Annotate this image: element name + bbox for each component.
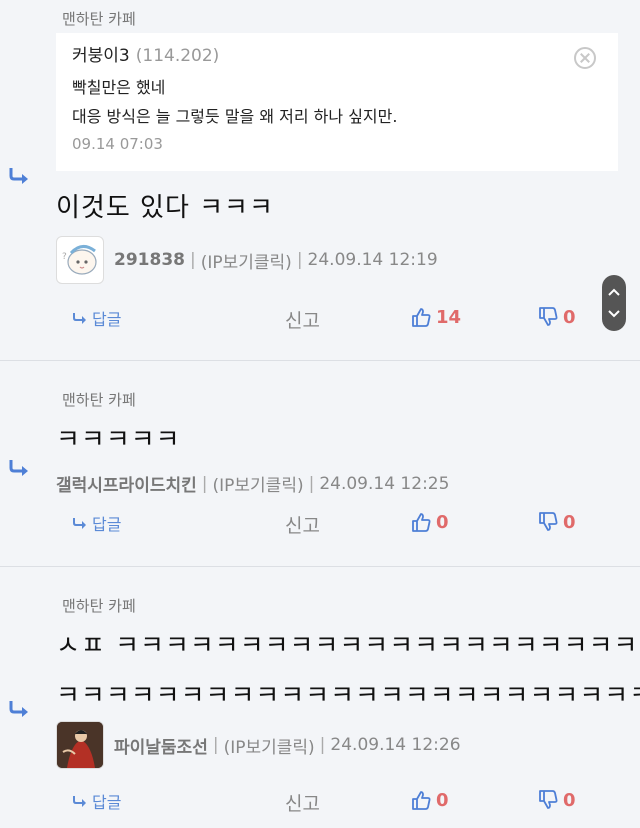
reply-arrow-icon xyxy=(73,313,86,324)
report-button[interactable]: 신고 xyxy=(285,789,320,816)
timestamp: 24.09.14 12:19 xyxy=(307,250,438,270)
like-count: 0 xyxy=(436,789,449,811)
cafe-label: 맨하탄 카페 xyxy=(62,10,136,28)
reply-arrow-icon xyxy=(73,518,86,529)
like-button[interactable]: 0 xyxy=(410,789,449,811)
comment-actions: 답글 신고 0 0 xyxy=(0,511,640,541)
ip-link[interactable]: (IP보기클릭) xyxy=(201,248,292,273)
comment-meta: 갤럭시프라이드치킨 | (IP보기클릭) | 24.09.14 12:25 xyxy=(56,471,450,497)
reply-button[interactable]: 답글 xyxy=(72,306,121,330)
quoted-comment: 커붕이3 (114.202) 빡칠만은 했네 대응 방식은 늘 그렇듯 말을 왜 … xyxy=(56,33,618,171)
like-button[interactable]: 14 xyxy=(410,306,461,328)
separator: | xyxy=(201,473,208,494)
reply-label: 답글 xyxy=(92,515,122,534)
dislike-button[interactable]: 0 xyxy=(537,306,576,328)
like-button[interactable]: 0 xyxy=(410,511,449,533)
cafe-label: 맨하탄 카페 xyxy=(62,391,136,409)
report-button[interactable]: 신고 xyxy=(285,511,320,538)
dislike-count: 0 xyxy=(563,511,576,533)
comment-meta: ? 291838 | (IP보기클릭) | 24.09.14 12:19 xyxy=(56,236,438,284)
comment-text: 이것도 있다 ㅋㅋㅋ xyxy=(56,193,274,223)
report-button[interactable]: 신고 xyxy=(285,306,320,333)
separator: | xyxy=(319,735,326,755)
reply-label: 답글 xyxy=(92,310,122,329)
dislike-button[interactable]: 0 xyxy=(537,511,576,533)
comment-actions: 답글 신고 0 0 xyxy=(0,789,640,819)
reply-label: 답글 xyxy=(92,793,122,812)
nickname[interactable]: 291838 xyxy=(114,250,185,270)
reply-arrow-icon xyxy=(9,701,28,717)
quote-line: 대응 방식은 늘 그렇듯 말을 왜 저리 하나 싶지만. xyxy=(72,107,398,126)
comment-meta: 파이날둠조선 | (IP보기클릭) | 24.09.14 12:26 xyxy=(56,721,461,769)
avatar[interactable] xyxy=(56,721,104,769)
avatar[interactable]: ? xyxy=(56,236,104,284)
nickname[interactable]: 파이날둠조선 xyxy=(114,733,208,758)
quote-line: 빡칠만은 했네 xyxy=(72,78,166,97)
reply-arrow-icon xyxy=(9,460,28,476)
like-count: 14 xyxy=(436,306,462,328)
comment-item: 맨하탄 카페 ㅋㅋㅋㅋㅋ 갤럭시프라이드치킨 | (IP보기클릭) | 24.0… xyxy=(0,361,640,567)
thumbs-up-icon xyxy=(412,791,431,810)
dislike-count: 0 xyxy=(563,306,576,328)
like-count: 0 xyxy=(436,511,449,533)
cafe-label: 맨하탄 카페 xyxy=(62,597,136,615)
svg-text:?: ? xyxy=(62,252,67,262)
reply-button[interactable]: 답글 xyxy=(72,511,121,535)
comment-actions: 답글 신고 14 0 xyxy=(0,306,640,336)
thumbs-down-icon xyxy=(539,512,558,531)
timestamp: 24.09.14 12:26 xyxy=(330,735,461,755)
ip-link[interactable]: (IP보기클릭) xyxy=(224,733,315,758)
thumbs-up-icon xyxy=(412,513,431,532)
separator: | xyxy=(296,250,303,270)
nickname[interactable]: 갤럭시프라이드치킨 xyxy=(56,471,197,496)
comment-list: 맨하탄 카페 커붕이3 (114.202) 빡칠만은 했네 대응 방식은 늘 그렇… xyxy=(0,0,640,828)
reply-button[interactable]: 답글 xyxy=(72,789,121,813)
ip-link[interactable]: (IP보기클릭) xyxy=(213,471,304,496)
comment-text: ㅋㅋㅋㅋㅋ xyxy=(56,425,181,455)
quote-header: 커붕이3 (114.202) xyxy=(72,43,602,69)
reply-arrow-icon xyxy=(73,796,86,807)
comment-text-line: ㅋㅋㅋㅋㅋㅋㅋㅋㅋㅋㅋㅋㅋㅋㅋㅋㅋㅋㅋㅋㅋㅋㅋㅋ xyxy=(56,681,640,711)
thumbs-down-icon xyxy=(539,307,558,326)
thumbs-down-icon xyxy=(539,790,558,809)
scroll-control[interactable] xyxy=(602,275,626,331)
quote-ip: (114.202) xyxy=(135,46,220,66)
dislike-button[interactable]: 0 xyxy=(537,789,576,811)
close-icon[interactable] xyxy=(574,47,596,69)
reply-arrow-icon xyxy=(9,168,28,184)
dislike-count: 0 xyxy=(563,789,576,811)
scroll-arrows-icon xyxy=(608,288,620,318)
quote-time: 09.14 07:03 xyxy=(72,135,163,153)
timestamp: 24.09.14 12:25 xyxy=(319,473,450,494)
separator: | xyxy=(212,735,219,755)
comment-text-line: ㅅㅍ ㅋㅋㅋㅋㅋㅋㅋㅋㅋㅋㅋㅋㅋㅋㅋㅋㅋㅋㅋㅋㅋㅋㅋ xyxy=(56,631,640,661)
separator: | xyxy=(308,473,315,494)
comment-item: 맨하탄 카페 커붕이3 (114.202) 빡칠만은 했네 대응 방식은 늘 그렇… xyxy=(0,0,640,361)
comment-item: 맨하탄 카페 ㅅㅍ ㅋㅋㅋㅋㅋㅋㅋㅋㅋㅋㅋㅋㅋㅋㅋㅋㅋㅋㅋㅋㅋㅋㅋ ㅋㅋㅋㅋㅋㅋ… xyxy=(0,567,640,828)
thumbs-up-icon xyxy=(412,308,431,327)
separator: | xyxy=(189,250,196,270)
quote-author[interactable]: 커붕이3 xyxy=(72,46,130,66)
